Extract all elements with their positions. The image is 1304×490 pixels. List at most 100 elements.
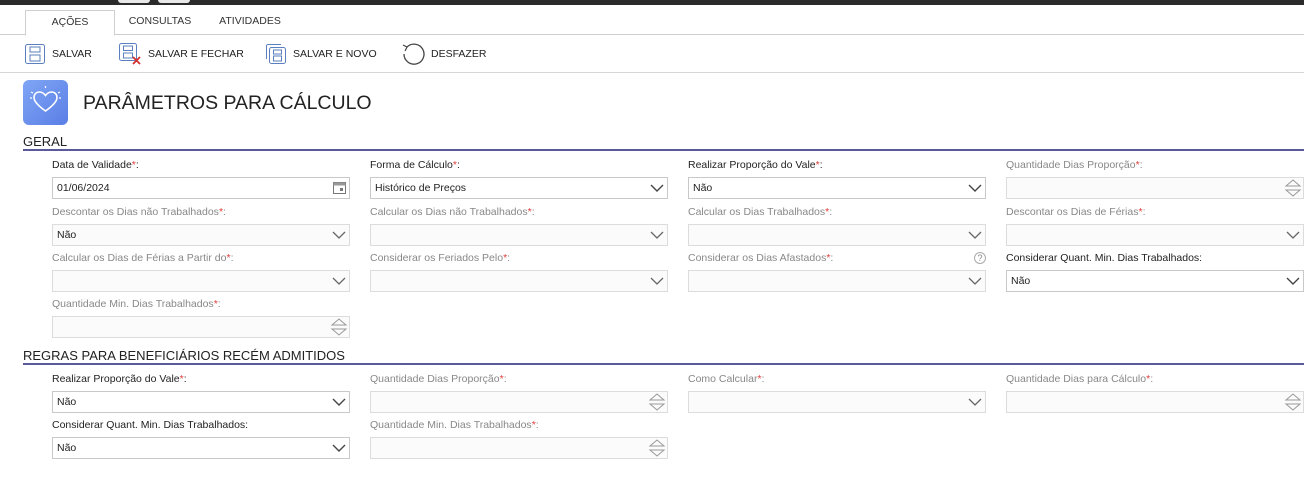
field-calcular-ferias-partir: Calcular os Dias de Férias a Partir do*: bbox=[52, 252, 350, 292]
field-regras-qtd-dias-proporcao: Quantidade Dias Proporção*: bbox=[370, 373, 668, 413]
field-label: Quantidade Dias Proporção bbox=[1006, 159, 1136, 171]
tab-acoes[interactable]: AÇÕES bbox=[25, 10, 115, 36]
chevron-down-icon bbox=[332, 231, 346, 239]
select-considerar-afastados[interactable] bbox=[688, 270, 986, 292]
spinner-icon[interactable] bbox=[1284, 178, 1302, 198]
spinner-icon[interactable] bbox=[1284, 392, 1302, 412]
section-divider bbox=[23, 149, 1304, 151]
select-calcular-ferias-partir[interactable] bbox=[52, 270, 350, 292]
chevron-down-icon bbox=[650, 184, 664, 192]
field-label: Data de Validade bbox=[52, 159, 132, 171]
date-input[interactable]: 01/06/2024 bbox=[52, 177, 350, 199]
chevron-down-icon bbox=[332, 444, 346, 452]
field-label: Quantidade Dias Proporção bbox=[370, 373, 500, 385]
field-label: Considerar os Dias Afastados bbox=[688, 252, 827, 264]
field-label: Considerar Quant. Min. Dias Trabalhados: bbox=[1006, 252, 1203, 264]
save-and-new-button[interactable]: SALVAR E NOVO bbox=[265, 41, 377, 67]
field-regras-qtd-dias-calculo: Quantidade Dias para Cálculo*: bbox=[1006, 373, 1304, 413]
field-realizar-proporcao: Realizar Proporção do Vale*: Não bbox=[688, 159, 986, 199]
field-label: Quantidade Min. Dias Trabalhados bbox=[52, 298, 214, 310]
chevron-down-icon bbox=[650, 231, 664, 239]
save-label: SALVAR bbox=[52, 48, 92, 60]
field-label: Descontar os Dias não Trabalhados bbox=[52, 206, 219, 218]
field-calcular-trabalhados: Calcular os Dias Trabalhados*: bbox=[688, 206, 986, 246]
select-realizar-proporcao[interactable]: Não bbox=[688, 177, 986, 199]
field-considerar-afastados: Considerar os Dias Afastados*:? bbox=[688, 252, 986, 292]
field-label: Como Calcular bbox=[688, 373, 758, 385]
field-regras-considerar-qtd-min: Considerar Quant. Min. Dias Trabalhados:… bbox=[52, 419, 350, 459]
chevron-down-icon bbox=[332, 398, 346, 406]
field-label: Quantidade Min. Dias Trabalhados bbox=[370, 419, 532, 431]
page-icon bbox=[23, 80, 68, 125]
undo-label: DESFAZER bbox=[431, 48, 487, 60]
select-regras-como-calcular[interactable] bbox=[688, 391, 986, 413]
spinner-icon[interactable] bbox=[648, 438, 666, 458]
select-descontar-ferias[interactable] bbox=[1006, 224, 1304, 246]
field-label: Calcular os Dias de Férias a Partir do bbox=[52, 252, 227, 264]
field-regras-como-calcular: Como Calcular*: bbox=[688, 373, 986, 413]
spinner-icon[interactable] bbox=[330, 317, 348, 337]
field-label: Quantidade Dias para Cálculo bbox=[1006, 373, 1147, 385]
field-qtd-min-dias: Quantidade Min. Dias Trabalhados*: bbox=[52, 298, 350, 338]
chevron-down-icon bbox=[1286, 277, 1300, 285]
calendar-icon[interactable] bbox=[333, 182, 346, 194]
save-new-label: SALVAR E NOVO bbox=[293, 48, 377, 60]
chevron-down-icon bbox=[968, 277, 982, 285]
field-label: Considerar os Feriados Pelo bbox=[370, 252, 504, 264]
select-considerar-qtd-min[interactable]: Não bbox=[1006, 270, 1304, 292]
select-regras-realizar-proporcao[interactable]: Não bbox=[52, 391, 350, 413]
spinner-icon[interactable] bbox=[648, 392, 666, 412]
save-close-icon bbox=[119, 43, 141, 65]
number-input-qtd-min-dias[interactable] bbox=[52, 316, 350, 338]
select-calcular-nao-trabalhados[interactable] bbox=[370, 224, 668, 246]
chevron-down-icon bbox=[332, 277, 346, 285]
tab-consultas[interactable]: CONSULTAS bbox=[120, 10, 200, 35]
field-descontar-ferias: Descontar os Dias de Férias*: bbox=[1006, 206, 1304, 246]
field-data-validade: Data de Validade*: 01/06/2024 bbox=[52, 159, 350, 199]
save-close-label: SALVAR E FECHAR bbox=[148, 48, 244, 60]
undo-icon bbox=[402, 43, 425, 65]
field-qtd-dias-proporcao: Quantidade Dias Proporção*: bbox=[1006, 159, 1304, 199]
number-input-qtd-dias-proporcao[interactable] bbox=[1006, 177, 1304, 199]
help-icon[interactable]: ? bbox=[974, 252, 986, 264]
select-calcular-trabalhados[interactable] bbox=[688, 224, 986, 246]
top-bar-tab[interactable] bbox=[158, 0, 190, 3]
chevron-down-icon bbox=[968, 184, 982, 192]
select-descontar-nao-trabalhados[interactable]: Não bbox=[52, 224, 350, 246]
toolbar: SALVAR SALVAR E FECHAR SALVAR E NOVO DES… bbox=[0, 36, 1304, 73]
select-forma-calculo[interactable]: Histórico de Preços bbox=[370, 177, 668, 199]
save-and-close-button[interactable]: SALVAR E FECHAR bbox=[118, 41, 244, 67]
number-input-regras-qtd-dias-proporcao[interactable] bbox=[370, 391, 668, 413]
field-descontar-nao-trabalhados: Descontar os Dias não Trabalhados*: Não bbox=[52, 206, 350, 246]
field-label: Forma de Cálculo bbox=[370, 159, 453, 171]
section-title-regras: REGRAS PARA BENEFICIÁRIOS RECÉM ADMITIDO… bbox=[23, 348, 345, 363]
save-new-icon bbox=[266, 44, 286, 64]
window-top-bar bbox=[0, 0, 1304, 5]
number-input-regras-qtd-min-dias[interactable] bbox=[370, 437, 668, 459]
select-considerar-feriados[interactable] bbox=[370, 270, 668, 292]
field-label: Calcular os Dias não Trabalhados bbox=[370, 206, 528, 218]
chevron-down-icon bbox=[968, 398, 982, 406]
field-considerar-feriados: Considerar os Feriados Pelo*: bbox=[370, 252, 668, 292]
number-input-regras-qtd-dias-calculo[interactable] bbox=[1006, 391, 1304, 413]
chevron-down-icon bbox=[968, 231, 982, 239]
field-label: Realizar Proporção do Vale bbox=[688, 159, 816, 171]
select-regras-considerar-qtd-min[interactable]: Não bbox=[52, 437, 350, 459]
chevron-down-icon bbox=[650, 277, 664, 285]
undo-button[interactable]: DESFAZER bbox=[401, 41, 486, 67]
section-title-geral: GERAL bbox=[23, 134, 68, 149]
field-regras-qtd-min-dias: Quantidade Min. Dias Trabalhados*: bbox=[370, 419, 668, 459]
field-considerar-qtd-min: Considerar Quant. Min. Dias Trabalhados:… bbox=[1006, 252, 1304, 292]
date-value: 01/06/2024 bbox=[57, 182, 110, 194]
field-regras-realizar-proporcao: Realizar Proporção do Vale*: Não bbox=[52, 373, 350, 413]
page-title: PARÂMETROS PARA CÁLCULO bbox=[83, 92, 372, 114]
field-label: Realizar Proporção do Vale bbox=[52, 373, 180, 385]
field-label: Considerar Quant. Min. Dias Trabalhados: bbox=[52, 419, 249, 431]
save-button[interactable]: SALVAR bbox=[24, 41, 92, 67]
save-icon bbox=[25, 44, 45, 64]
section-divider bbox=[23, 363, 1304, 365]
field-forma-calculo: Forma de Cálculo*: Histórico de Preços bbox=[370, 159, 668, 199]
top-bar-tab[interactable] bbox=[118, 0, 150, 3]
field-label: Descontar os Dias de Férias bbox=[1006, 206, 1139, 218]
tab-atividades[interactable]: ATIVIDADES bbox=[210, 10, 290, 35]
